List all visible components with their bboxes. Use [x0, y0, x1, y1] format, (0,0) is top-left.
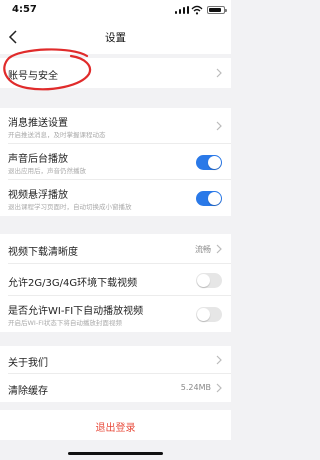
status-icons [165, 5, 227, 15]
wifi-autoplay-toggle[interactable] [196, 307, 222, 322]
background-audio-title: 声音后台播放 [8, 154, 68, 165]
mobile-data-download-title: 允许2G/3G/4G环境下载视频 [8, 278, 138, 289]
page-title: 设置 [105, 32, 126, 44]
logout-label: 退出登录 [95, 423, 136, 434]
wifi-autoplay-subtitle: 开启后WI-FI状态下将自动播放封面视频 [8, 319, 122, 327]
download-quality-row[interactable]: 视频下载清晰度 流畅 [0, 234, 231, 264]
background-audio-row: 声音后台播放 退出应用后，声音仍然播放 [0, 144, 231, 180]
download-quality-value: 流畅 [195, 245, 211, 254]
chevron-right-icon [216, 383, 222, 393]
floating-video-row: 视频悬浮播放 退出课程学习页面时，自动切换成小窗播放 [0, 180, 231, 216]
wifi-autoplay-title: 是否允许WI-FI下自动播放视频 [8, 306, 144, 317]
download-section: 视频下载清晰度 流畅 允许2G/3G/4G环境下载视频 是否允许WI-FI下自动… [0, 234, 231, 332]
mobile-data-download-row: 允许2G/3G/4G环境下载视频 [0, 264, 231, 296]
chevron-right-icon [216, 121, 222, 131]
background-audio-subtitle: 退出应用后，声音仍然播放 [8, 167, 86, 175]
floating-video-toggle[interactable] [196, 191, 222, 206]
battery-icon [207, 6, 227, 14]
wifi-autoplay-row: 是否允许WI-FI下自动播放视频 开启后WI-FI状态下将自动播放封面视频 [0, 296, 231, 332]
signal-icon [175, 6, 189, 14]
battery-level [209, 8, 221, 12]
background-audio-toggle[interactable] [196, 155, 222, 170]
download-quality-title: 视频下载清晰度 [8, 247, 78, 258]
account-security-label: 账号与安全 [8, 71, 58, 82]
nav-bar: 设置 [0, 20, 231, 54]
account-security-row[interactable]: 账号与安全 [0, 58, 231, 88]
notification-section: 消息推送设置 开启推送消息，及时掌握课程动态 声音后台播放 退出应用后，声音仍然… [0, 108, 231, 216]
clear-cache-row[interactable]: 清除缓存 5.24MB [0, 374, 231, 402]
about-section: 关于我们 清除缓存 5.24MB [0, 346, 231, 402]
push-settings-subtitle: 开启推送消息，及时掌握课程动态 [8, 131, 106, 139]
logout-button[interactable]: 退出登录 [0, 410, 231, 440]
wifi-icon [191, 5, 203, 15]
status-bar: 4:57 [0, 0, 231, 20]
about-us-title: 关于我们 [8, 358, 48, 369]
push-settings-title: 消息推送设置 [8, 118, 68, 129]
mobile-data-download-toggle[interactable] [196, 273, 222, 288]
home-indicator [68, 452, 163, 455]
account-section: 账号与安全 [0, 58, 231, 88]
chevron-right-icon [216, 355, 222, 365]
floating-video-subtitle: 退出课程学习页面时，自动切换成小窗播放 [8, 203, 132, 211]
status-time: 4:57 [12, 4, 37, 15]
cache-size-value: 5.24MB [180, 383, 211, 392]
chevron-right-icon [216, 68, 222, 78]
push-settings-row[interactable]: 消息推送设置 开启推送消息，及时掌握课程动态 [0, 108, 231, 144]
about-us-row[interactable]: 关于我们 [0, 346, 231, 374]
clear-cache-title: 清除缓存 [8, 386, 48, 397]
chevron-right-icon [216, 244, 222, 254]
floating-video-title: 视频悬浮播放 [8, 190, 68, 201]
